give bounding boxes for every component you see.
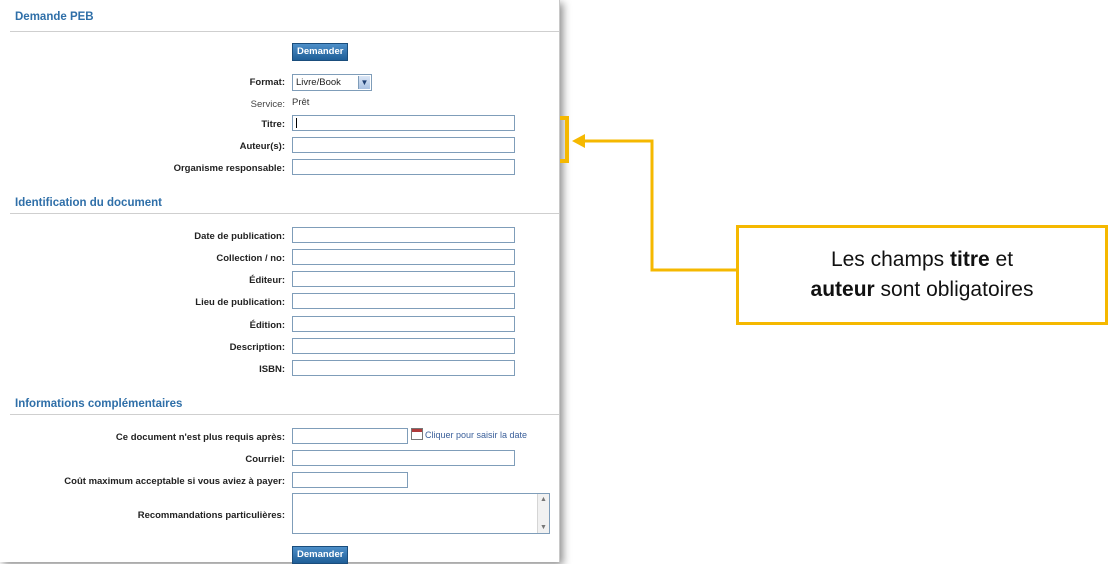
annotation-bracket — [560, 116, 569, 163]
callout-text-3: sont obligatoires — [874, 278, 1034, 301]
annotation-connector — [583, 139, 736, 272]
arrow-left-icon — [572, 134, 585, 148]
callout-text: Les champs titre et auteur sont obligato… — [811, 245, 1034, 305]
callout-text-2: et — [989, 248, 1014, 271]
callout-bold-author: auteur — [810, 278, 875, 301]
annotation-callout: Les champs titre et auteur sont obligato… — [736, 225, 1108, 325]
callout-text-1: Les champs — [830, 248, 950, 271]
callout-bold-title: titre — [950, 248, 990, 271]
